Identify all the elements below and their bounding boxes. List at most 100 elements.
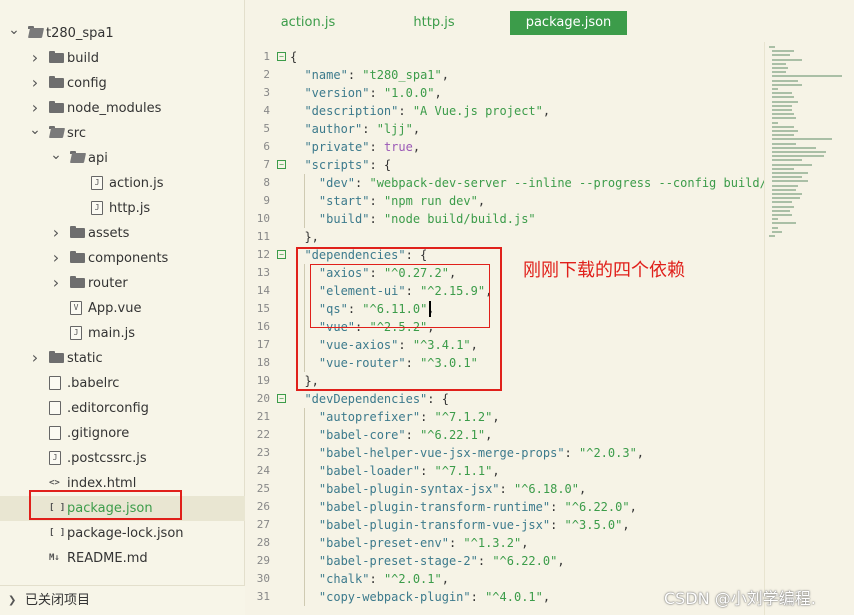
fold-toggle-icon[interactable]: − — [277, 52, 286, 61]
line-number: 7 — [263, 158, 270, 171]
tree-item-babelrc[interactable]: .babelrc — [0, 371, 245, 396]
closed-projects-label: 已关闭项目 — [25, 593, 91, 608]
tree-item-config[interactable]: › config — [0, 71, 245, 96]
code-line[interactable]: 8 "dev": "webpack-dev-server --inline --… — [246, 174, 764, 192]
folder-open-icon — [28, 26, 43, 40]
minimap-line — [772, 163, 812, 166]
code-line[interactable]: 18 "vue-router": "^3.0.1" — [246, 354, 764, 372]
line-number: 23 — [256, 446, 270, 459]
code-line[interactable]: 2 "name": "t280_spa1", — [246, 66, 764, 84]
code-line[interactable]: 12− "dependencies": { — [246, 246, 764, 264]
tree-item-components[interactable]: › components — [0, 246, 245, 271]
minimap-line — [772, 54, 790, 57]
tree-item-node-modules[interactable]: › node_modules — [0, 96, 245, 121]
tab-package-json[interactable]: package.json — [510, 11, 627, 35]
fold-toggle-icon[interactable]: − — [277, 160, 286, 169]
code-line[interactable]: 3 "version": "1.0.0", — [246, 84, 764, 102]
code-line[interactable]: 26 "babel-plugin-transform-runtime": "^6… — [246, 498, 764, 516]
minimap-line — [772, 159, 802, 162]
tree-item-label: t280_spa1 — [46, 26, 114, 41]
chevron-right-icon[interactable]: › — [50, 221, 62, 246]
tree-item-package-json[interactable]: [ ] package.json — [0, 496, 245, 521]
code-line[interactable]: 11 }, — [246, 228, 764, 246]
fold-toggle-icon[interactable]: − — [277, 394, 286, 403]
code-line[interactable]: 4 "description": "A Vue.js project", — [246, 102, 764, 120]
minimap-line — [772, 121, 778, 124]
code-line[interactable]: 10 "build": "node build/build.js" — [246, 210, 764, 228]
tree-item-action-js[interactable]: Jaction.js — [0, 171, 245, 196]
file-icon — [49, 376, 64, 390]
html-file-icon: <> — [49, 478, 60, 488]
closed-projects-section[interactable]: ❯ 已关闭项目 — [0, 585, 245, 615]
tree-item-package-lock-json[interactable]: [ ] package-lock.json — [0, 521, 245, 546]
tab-http-js[interactable]: http.js — [394, 11, 474, 35]
code-line[interactable]: 1−{ — [246, 48, 764, 66]
minimap[interactable] — [764, 42, 854, 615]
tree-item-editorconfig[interactable]: .editorconfig — [0, 396, 245, 421]
chevron-right-icon[interactable]: › — [29, 71, 41, 96]
line-number: 9 — [263, 194, 270, 207]
line-number: 25 — [256, 482, 270, 495]
minimap-line — [772, 155, 824, 158]
tree-item-static[interactable]: › static — [0, 346, 245, 371]
chevron-right-icon[interactable]: › — [29, 46, 41, 71]
chevron-down-icon[interactable]: ⌄ — [8, 21, 20, 46]
tree-item-t280-spa1[interactable]: ⌄ t280_spa1 — [0, 21, 245, 46]
chevron-right-icon[interactable]: › — [50, 246, 62, 271]
tree-item-app-vue[interactable]: V App.vue — [0, 296, 245, 321]
code-line[interactable]: 5 "author": "ljj", — [246, 120, 764, 138]
minimap-line — [772, 79, 798, 82]
minimap-line — [772, 50, 794, 53]
tree-item-main-js[interactable]: Jmain.js — [0, 321, 245, 346]
line-number: 15 — [256, 302, 270, 315]
tree-item-gitignore[interactable]: .gitignore — [0, 421, 245, 446]
code-line[interactable]: 7− "scripts": { — [246, 156, 764, 174]
code-line[interactable]: 9 "start": "npm run dev", — [246, 192, 764, 210]
code-line[interactable]: 25 "babel-plugin-syntax-jsx": "^6.18.0", — [246, 480, 764, 498]
tree-item-assets[interactable]: › assets — [0, 221, 245, 246]
tab-action-js[interactable]: action.js — [268, 11, 348, 35]
code-line[interactable]: 23 "babel-helper-vue-jsx-merge-props": "… — [246, 444, 764, 462]
code-line[interactable]: 24 "babel-loader": "^7.1.1", — [246, 462, 764, 480]
code-line[interactable]: 14 "element-ui": "^2.15.9", — [246, 282, 764, 300]
chevron-down-icon[interactable]: ⌄ — [50, 146, 62, 171]
code-line[interactable]: 29 "babel-preset-stage-2": "^6.22.0", — [246, 552, 764, 570]
tree-item-api[interactable]: ⌄ api — [0, 146, 245, 171]
code-editor[interactable]: 1−{2 "name": "t280_spa1", 3 "version": "1… — [246, 42, 764, 615]
minimap-line — [772, 58, 802, 61]
tree-item-http-js[interactable]: Jhttp.js — [0, 196, 245, 221]
code-line[interactable]: 15 "qs": "^6.11.0", — [246, 300, 764, 318]
fold-toggle-icon[interactable]: − — [277, 250, 286, 259]
code-line[interactable]: 28 "babel-preset-env": "^1.3.2", — [246, 534, 764, 552]
chevron-down-icon[interactable]: ⌄ — [29, 121, 41, 146]
minimap-line — [772, 130, 798, 132]
folder-icon — [70, 276, 85, 290]
tree-item-build[interactable]: › build — [0, 46, 245, 71]
code-line[interactable]: 13 "axios": "^0.27.2", — [246, 264, 764, 282]
text-cursor — [429, 301, 431, 317]
tree-item-readme-md[interactable]: M↓ README.md — [0, 546, 245, 571]
minimap-line — [769, 46, 775, 48]
js-file-icon: J — [91, 176, 106, 190]
code-line[interactable]: 22 "babel-core": "^6.22.1", — [246, 426, 764, 444]
code-line[interactable]: 20− "devDependencies": { — [246, 390, 764, 408]
line-number: 28 — [256, 536, 270, 549]
chevron-right-icon[interactable]: › — [29, 96, 41, 121]
code-line[interactable]: 6 "private": true, — [246, 138, 764, 156]
tree-item-router[interactable]: › router — [0, 271, 245, 296]
minimap-line — [772, 146, 816, 149]
code-line[interactable]: 21 "autoprefixer": "^7.1.2", — [246, 408, 764, 426]
code-line[interactable]: 16 "vue": "^2.5.2", — [246, 318, 764, 336]
code-line[interactable]: 27 "babel-plugin-transform-vue-jsx": "^3… — [246, 516, 764, 534]
line-number: 18 — [256, 356, 270, 369]
code-line[interactable]: 19 }, — [246, 372, 764, 390]
chevron-right-icon[interactable]: › — [50, 271, 62, 296]
tree-item-index-html[interactable]: <> index.html — [0, 471, 245, 496]
js-file-icon: J — [70, 326, 85, 340]
tree-item-src[interactable]: ⌄ src — [0, 121, 245, 146]
tree-item-label: .editorconfig — [67, 401, 149, 416]
code-line[interactable]: 17 "vue-axios": "^3.4.1", — [246, 336, 764, 354]
indent-guide — [304, 174, 305, 228]
chevron-right-icon[interactable]: › — [29, 346, 41, 371]
tree-item-postcssrc-js[interactable]: J .postcssrc.js — [0, 446, 245, 471]
